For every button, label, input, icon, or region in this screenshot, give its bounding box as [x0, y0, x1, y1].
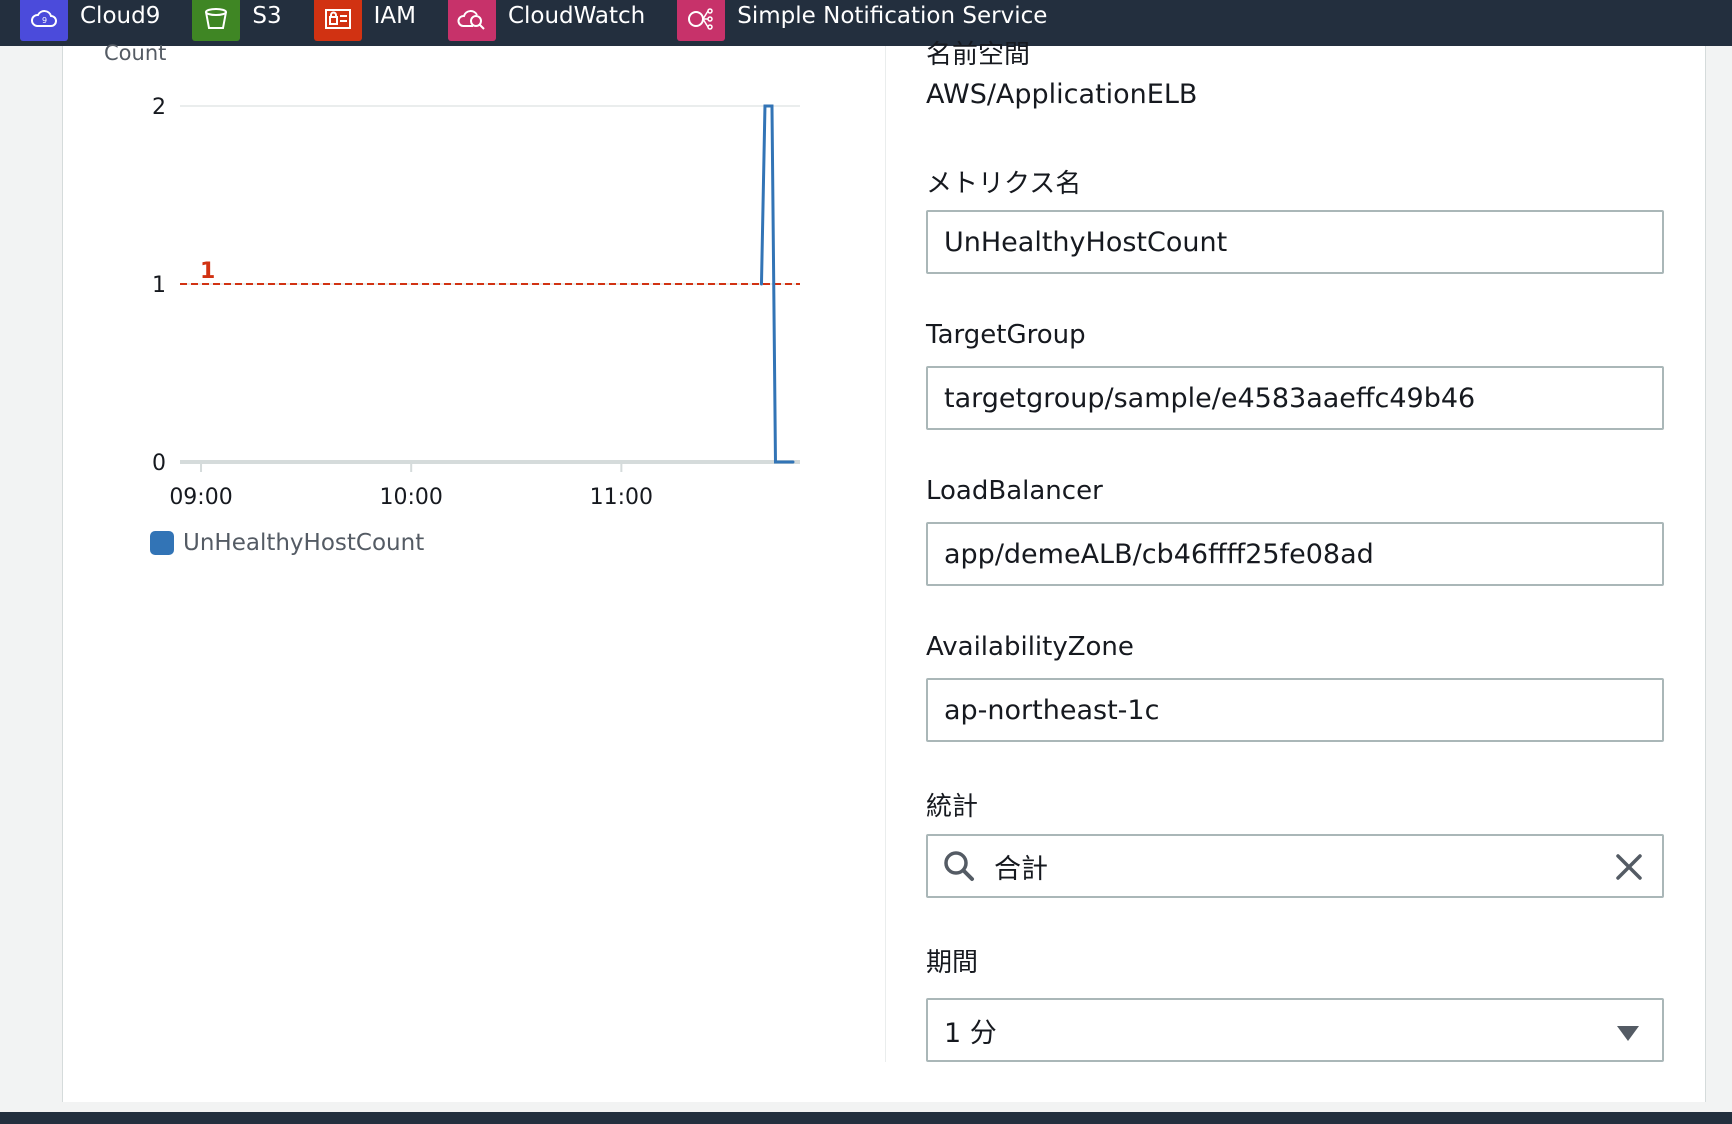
y-tick-label: 0 [152, 451, 166, 476]
data-point [770, 104, 774, 108]
s3-bucket-icon [192, 0, 241, 41]
chart-svg: Count 0 1 2 09:00 10:00 11:00 1 [104, 41, 800, 510]
namespace-label: 名前空間 [926, 40, 1031, 70]
period-label: 期間 [926, 948, 979, 978]
svg-text:9: 9 [42, 16, 47, 25]
statistic-select[interactable]: 合計 [926, 834, 1664, 898]
load-balancer-value: app/demeALB/cb46ffff25fe08ad [944, 538, 1374, 570]
favorite-label: Cloud9 [80, 3, 161, 29]
data-point [763, 104, 767, 108]
target-group-field[interactable]: targetgroup/sample/e4583aaeffc49b46 [926, 366, 1664, 430]
x-tick-label: 09:00 [169, 485, 232, 510]
legend-swatch [150, 531, 174, 555]
favorite-label: CloudWatch [507, 3, 646, 29]
threshold-label: 1 [200, 259, 215, 284]
favorite-label: S3 [252, 3, 282, 29]
data-point [773, 460, 777, 464]
period-select[interactable]: 1 分 [926, 998, 1664, 1062]
cloudwatch-icon [447, 0, 496, 41]
y-tick-label: 1 [152, 273, 166, 298]
period-value: 1 分 [944, 1017, 997, 1049]
cloud9-icon: 9 [20, 0, 68, 41]
statistic-label: 統計 [926, 792, 979, 822]
favorite-label: Simple Notification Service [737, 3, 1048, 29]
y-tick-label: 2 [152, 95, 166, 120]
search-icon [944, 851, 974, 881]
x-tick-label: 10:00 [379, 485, 442, 510]
favorite-label: IAM [373, 3, 416, 29]
y-axis-label: Count [104, 41, 166, 65]
availability-zone-label: AvailabilityZone [926, 632, 1134, 662]
data-point [791, 460, 795, 464]
metric-name-label: メトリクス名 [926, 169, 1082, 199]
load-balancer-label: LoadBalancer [926, 476, 1103, 506]
statistic-value: 合計 [994, 853, 1048, 885]
iam-icon [313, 0, 362, 41]
availability-zone-value: ap-northeast-1c [944, 694, 1160, 726]
column-divider [885, 46, 886, 1062]
metric-name-value: UnHealthyHostCount [944, 226, 1228, 258]
sns-icon [677, 0, 726, 41]
metric-name-field[interactable]: UnHealthyHostCount [926, 210, 1664, 274]
data-point [759, 282, 763, 286]
target-group-label: TargetGroup [926, 320, 1086, 350]
close-icon[interactable] [1614, 852, 1644, 882]
footer-bar [0, 1112, 1732, 1124]
caret-down-icon [1617, 1026, 1639, 1041]
chart-legend-item[interactable]: UnHealthyHostCount [150, 530, 424, 556]
load-balancer-field[interactable]: app/demeALB/cb46ffff25fe08ad [926, 522, 1664, 586]
namespace-value: AWS/ApplicationELB [926, 79, 1198, 110]
metric-chart: Count 0 1 2 09:00 10:00 11:00 1 UnHealthyHostC… [90, 40, 810, 580]
availability-zone-field[interactable]: ap-northeast-1c [926, 678, 1664, 742]
x-tick-label: 11:00 [590, 485, 653, 510]
target-group-value: targetgroup/sample/e4583aaeffc49b46 [944, 382, 1476, 414]
legend-label: UnHealthyHostCount [183, 530, 425, 556]
